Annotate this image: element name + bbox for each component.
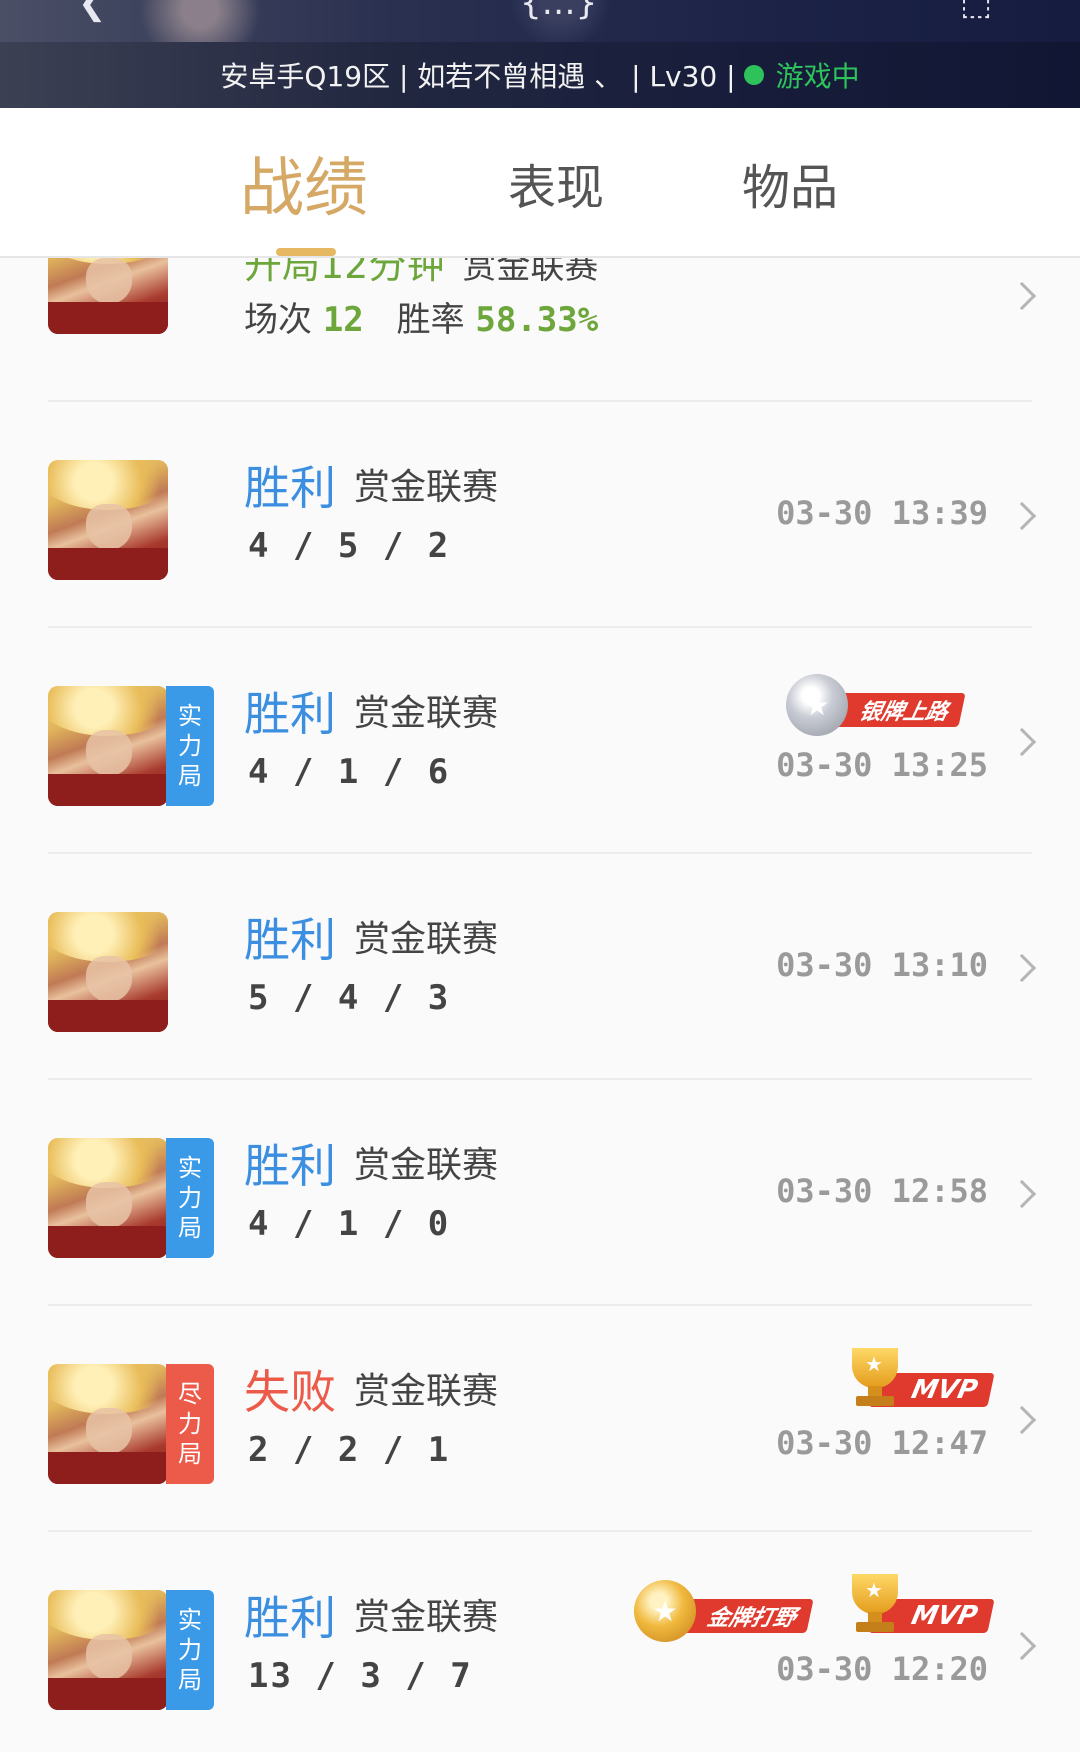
hero-avatar	[48, 258, 214, 334]
match-tag-shili: 实力局	[166, 1138, 214, 1258]
online-status-label: 游戏中	[775, 60, 860, 93]
match-row[interactable]: 实力局 胜利 赏金联赛 13 / 3 / 7 ★ 金牌打野 ★ MVP 03-3…	[0, 1532, 1080, 1752]
trophy-icon: ★	[848, 1574, 902, 1636]
match-result: 胜利	[244, 687, 336, 741]
match-tag-jinli: 尽力局	[166, 1364, 214, 1484]
match-row[interactable]: 胜利 赏金联赛 4 / 5 / 2 03-30 13:39	[0, 402, 1080, 628]
match-mode: 赏金联赛	[354, 467, 499, 508]
tab-record-label: 战绩	[240, 152, 368, 226]
hero-avatar: 实力局	[48, 1138, 214, 1258]
tab-active-indicator	[276, 248, 336, 256]
chevron-right-icon	[1007, 1405, 1037, 1435]
chevron-right-icon	[1007, 1179, 1037, 1209]
summary-duration: 开局12分钟	[244, 258, 445, 287]
gold-jungle-badge: ★ 金牌打野	[634, 1580, 814, 1642]
chevron-right-icon	[1007, 953, 1037, 983]
match-kda: 4 / 1 / 6	[248, 752, 451, 792]
chevron-right-icon	[1007, 281, 1037, 311]
chevron-right-icon	[1007, 501, 1037, 531]
match-time: 03-30 12:47	[776, 1424, 988, 1462]
match-time: 03-30 12:20	[776, 1650, 988, 1688]
hero-portrait	[48, 1364, 168, 1484]
match-mode: 赏金联赛	[354, 919, 499, 960]
match-kda: 4 / 1 / 0	[248, 1204, 451, 1244]
match-result: 胜利	[244, 461, 336, 515]
chevron-right-icon	[1007, 727, 1037, 757]
silver-medal-icon: ★	[786, 674, 848, 736]
match-list[interactable]: 开局12分钟 赏金联赛 场次 12 胜率 58.33% 胜利 赏金联赛 4 / 5…	[0, 258, 1080, 1752]
player-status-line: 安卓手Q19区 | 如若不曾相遇 、 | Lv30 | 游戏中	[0, 42, 1080, 108]
match-result: 胜利	[244, 913, 336, 967]
mvp-badge: ★ MVP	[842, 1574, 995, 1638]
match-time: 03-30 13:10	[776, 946, 988, 984]
hero-portrait	[48, 460, 168, 580]
match-row[interactable]: 胜利 赏金联赛 5 / 4 / 3 03-30 13:10	[0, 854, 1080, 1080]
online-status-icon	[743, 65, 764, 85]
hero-portrait	[48, 686, 168, 806]
winrate-label: 胜率	[396, 300, 465, 340]
match-mode: 赏金联赛	[354, 1145, 499, 1186]
match-row[interactable]: 尽力局 失败 赏金联赛 2 / 2 / 1 ★ MVP 03-30 12:47	[0, 1306, 1080, 1532]
hero-portrait	[48, 1138, 168, 1258]
match-row[interactable]: 实力局 胜利 赏金联赛 4 / 1 / 0 03-30 12:58	[0, 1080, 1080, 1306]
match-kda: 5 / 4 / 3	[248, 978, 451, 1018]
match-mode: 赏金联赛	[354, 1371, 499, 1412]
match-result: 失败	[244, 1365, 336, 1419]
hero-portrait	[48, 912, 168, 1032]
hero-avatar: 实力局	[48, 686, 214, 806]
match-kda: 2 / 2 / 1	[248, 1430, 451, 1470]
back-icon[interactable]: ❮	[78, 0, 107, 20]
hero-avatar	[48, 460, 214, 580]
fullscreen-icon[interactable]: ⬚	[960, 0, 992, 20]
match-time: 03-30 13:25	[776, 746, 988, 784]
share-icon[interactable]: {…}	[520, 0, 597, 20]
banner-top-icons: ❮ {…} ⬚	[0, 0, 1080, 20]
summary-row[interactable]: 开局12分钟 赏金联赛 场次 12 胜率 58.33%	[0, 258, 1080, 392]
summary-title: 开局12分钟 赏金联赛	[244, 258, 598, 289]
chevron-right-icon	[1007, 1631, 1037, 1661]
tab-performance[interactable]: 表现	[508, 108, 604, 258]
match-time: 03-30 13:39	[776, 494, 988, 532]
match-tag-shili: 实力局	[166, 686, 214, 806]
hero-portrait	[48, 258, 168, 334]
silver-top-badge: ★ 银牌上路	[786, 674, 966, 736]
tab-record[interactable]: 战绩	[240, 108, 368, 258]
hero-avatar: 尽力局	[48, 1364, 214, 1484]
match-mode: 赏金联赛	[354, 693, 499, 734]
tab-bar: 战绩 表现 物品	[0, 108, 1080, 258]
match-result: 胜利	[244, 1139, 336, 1193]
match-time: 03-30 12:58	[776, 1172, 988, 1210]
match-kda: 4 / 5 / 2	[248, 526, 451, 566]
summary-stats: 场次 12 胜率 58.33%	[244, 292, 598, 341]
tab-items-label: 物品	[742, 160, 839, 216]
winrate-value: 58.33%	[475, 300, 599, 340]
gold-medal-icon: ★	[634, 1580, 696, 1642]
hero-avatar	[48, 912, 214, 1032]
match-tag-shili: 实力局	[166, 1590, 214, 1710]
player-info-text: 安卓手Q19区 | 如若不曾相遇 、 | Lv30 |	[220, 60, 736, 93]
trophy-icon: ★	[848, 1348, 902, 1410]
match-kda: 13 / 3 / 7	[248, 1656, 473, 1696]
match-mode: 赏金联赛	[354, 1597, 499, 1638]
profile-banner: ❮ {…} ⬚ 安卓手Q19区 | 如若不曾相遇 、 | Lv30 | 游戏中	[0, 0, 1080, 108]
games-value: 12	[322, 300, 364, 340]
hero-portrait	[48, 1590, 168, 1710]
hero-avatar: 实力局	[48, 1590, 214, 1710]
tab-items[interactable]: 物品	[742, 108, 838, 258]
summary-mode: 赏金联赛	[462, 258, 599, 287]
tab-performance-label: 表现	[508, 160, 605, 216]
match-result: 胜利	[244, 1591, 336, 1645]
mvp-badge: ★ MVP	[842, 1348, 995, 1412]
match-history-page: ❮ {…} ⬚ 安卓手Q19区 | 如若不曾相遇 、 | Lv30 | 游戏中 …	[0, 0, 1080, 1752]
match-row[interactable]: 实力局 胜利 赏金联赛 4 / 1 / 6 ★ 银牌上路 03-30 13:25	[0, 628, 1080, 854]
games-label: 场次	[244, 300, 312, 340]
